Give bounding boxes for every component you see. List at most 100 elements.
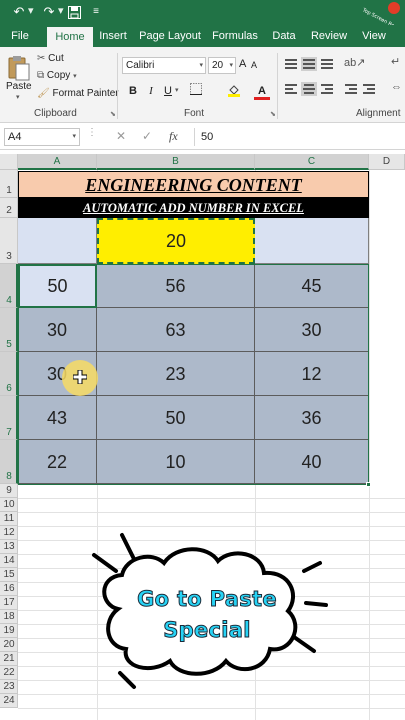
- font-color-icon[interactable]: A: [254, 83, 270, 100]
- copy-button[interactable]: ⧉ Copy ▾: [37, 70, 77, 81]
- enter-icon[interactable]: ✓: [142, 129, 152, 143]
- row-header[interactable]: 2: [0, 198, 18, 218]
- row-header[interactable]: 8: [0, 440, 18, 484]
- undo-dropdown-icon[interactable]: ▾: [28, 4, 34, 17]
- grow-font-icon[interactable]: A: [239, 58, 246, 70]
- row-header[interactable]: 7: [0, 396, 18, 440]
- format-painter-button[interactable]: 🖌 Format Painter: [37, 88, 119, 99]
- underline-dropdown-icon[interactable]: ▾: [175, 86, 179, 94]
- table-cell[interactable]: 63: [97, 308, 255, 352]
- bottom-align-icon[interactable]: [319, 57, 335, 71]
- row-header[interactable]: 4: [0, 264, 18, 308]
- shrink-font-icon[interactable]: A: [251, 60, 257, 70]
- row-header[interactable]: 12: [0, 526, 18, 540]
- row-header[interactable]: 1: [0, 170, 18, 198]
- chevron-down-icon: ▾: [72, 133, 76, 140]
- column-header-c[interactable]: C: [255, 154, 369, 170]
- row-header[interactable]: 6: [0, 352, 18, 396]
- align-center-icon[interactable]: [301, 82, 317, 96]
- orientation-icon[interactable]: ab↗: [344, 56, 365, 69]
- row-header[interactable]: 19: [0, 624, 18, 638]
- italic-button[interactable]: I: [143, 83, 159, 99]
- cell-a4-active[interactable]: 50: [18, 264, 97, 308]
- row-header[interactable]: 24: [0, 694, 18, 708]
- row-header[interactable]: 16: [0, 582, 18, 596]
- row-header[interactable]: 5: [0, 308, 18, 352]
- tab-file[interactable]: File: [4, 25, 36, 47]
- cut-label: Cut: [48, 53, 64, 64]
- paste-button[interactable]: Paste ▾: [4, 51, 34, 105]
- cancel-icon[interactable]: ✕: [116, 129, 126, 143]
- tab-page-layout[interactable]: Page Layout: [138, 25, 202, 47]
- row-header[interactable]: 17: [0, 596, 18, 610]
- row-header[interactable]: 20: [0, 638, 18, 652]
- copy-dropdown-icon[interactable]: ▾: [73, 73, 77, 80]
- column-header-a[interactable]: A: [18, 154, 97, 170]
- save-icon[interactable]: [66, 3, 82, 21]
- decrease-indent-icon[interactable]: [343, 82, 359, 96]
- merge-center-icon[interactable]: ⇔: [391, 81, 402, 93]
- table-cell[interactable]: 36: [255, 396, 369, 440]
- underline-button[interactable]: U: [160, 83, 176, 99]
- row-header[interactable]: 21: [0, 652, 18, 666]
- top-align-icon[interactable]: [283, 57, 299, 71]
- cut-button[interactable]: ✂ Cut: [37, 53, 64, 64]
- row-header[interactable]: 18: [0, 610, 18, 624]
- row-header[interactable]: 22: [0, 666, 18, 680]
- cell-a3[interactable]: [18, 218, 97, 264]
- row-header[interactable]: 14: [0, 554, 18, 568]
- fill-handle[interactable]: [366, 482, 371, 487]
- table-cell[interactable]: 12: [255, 352, 369, 396]
- column-header-d[interactable]: D: [369, 154, 405, 170]
- tab-view[interactable]: View: [358, 25, 390, 47]
- table-cell[interactable]: 23: [97, 352, 255, 396]
- tab-insert[interactable]: Insert: [96, 25, 130, 47]
- redo-dropdown-icon[interactable]: ▾: [58, 4, 64, 17]
- paste-dropdown-icon[interactable]: ▾: [16, 93, 20, 101]
- fill-color-icon[interactable]: [226, 83, 242, 99]
- font-name-combo[interactable]: Calibri ▾: [122, 57, 206, 74]
- font-size-combo[interactable]: 20 ▾: [208, 57, 236, 74]
- tab-home[interactable]: Home: [47, 27, 93, 47]
- row-header[interactable]: 13: [0, 540, 18, 554]
- sheet-subtitle-cell[interactable]: AUTOMATIC ADD NUMBER IN EXCEL: [18, 198, 369, 218]
- borders-icon[interactable]: [188, 83, 204, 99]
- name-box[interactable]: A4 ▾: [4, 128, 80, 146]
- tab-data[interactable]: Data: [268, 25, 300, 47]
- insert-function-icon[interactable]: fx: [169, 129, 178, 144]
- align-left-icon[interactable]: [283, 82, 299, 96]
- table-cell[interactable]: 45: [255, 264, 369, 308]
- redo-icon[interactable]: ↷: [40, 3, 58, 21]
- tab-review[interactable]: Review: [308, 25, 350, 47]
- table-cell[interactable]: 30: [255, 308, 369, 352]
- row-header[interactable]: 23: [0, 680, 18, 694]
- sheet-title-cell[interactable]: ENGINEERING CONTENT: [18, 171, 369, 198]
- cell-b3[interactable]: 20: [97, 218, 255, 264]
- font-launcher-icon[interactable]: ⬊: [270, 110, 276, 118]
- row-header[interactable]: 15: [0, 568, 18, 582]
- row-header[interactable]: 11: [0, 512, 18, 526]
- table-cell[interactable]: 50: [97, 396, 255, 440]
- customize-qat-icon[interactable]: ≡: [90, 3, 102, 21]
- table-cell[interactable]: 40: [255, 440, 369, 484]
- wrap-text-icon[interactable]: ↵: [391, 55, 400, 68]
- cell-c3[interactable]: [255, 218, 369, 264]
- undo-icon[interactable]: ↶: [10, 3, 28, 21]
- middle-align-icon[interactable]: [301, 57, 317, 71]
- table-cell[interactable]: 30: [18, 308, 97, 352]
- align-right-icon[interactable]: [319, 82, 335, 96]
- formula-input[interactable]: 50: [194, 128, 401, 146]
- row-header[interactable]: 10: [0, 498, 18, 512]
- bold-button[interactable]: B: [125, 83, 141, 99]
- table-cell[interactable]: 10: [97, 440, 255, 484]
- tab-formulas[interactable]: Formulas: [210, 25, 260, 47]
- table-cell[interactable]: 22: [18, 440, 97, 484]
- select-all-corner[interactable]: [0, 154, 18, 170]
- table-cell[interactable]: 56: [97, 264, 255, 308]
- clipboard-launcher-icon[interactable]: ⬊: [110, 110, 116, 118]
- increase-indent-icon[interactable]: [361, 82, 377, 96]
- row-header[interactable]: 3: [0, 218, 18, 264]
- column-header-b[interactable]: B: [97, 154, 255, 170]
- table-cell[interactable]: 43: [18, 396, 97, 440]
- row-header[interactable]: 9: [0, 484, 18, 498]
